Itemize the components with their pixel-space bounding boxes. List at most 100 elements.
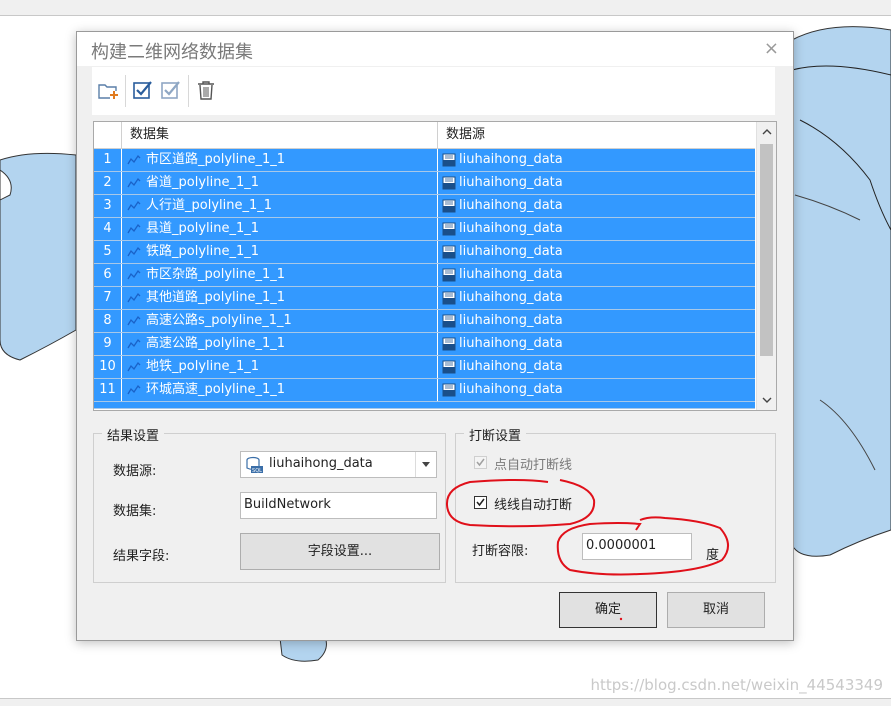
datasource-name: liuhaihong_data <box>459 359 563 374</box>
datasource-cell: liuhaihong_data <box>438 333 755 355</box>
datasource-label: 数据源: <box>113 464 157 479</box>
dataset-name: 人行道_polyline_1_1 <box>146 198 273 213</box>
delete-button[interactable] <box>193 77 219 103</box>
point-auto-break-checkbox[interactable] <box>474 456 487 469</box>
cancel-button[interactable]: 取消 <box>667 592 765 628</box>
chevron-down-icon[interactable] <box>415 452 436 477</box>
datasource-name: liuhaihong_data <box>459 221 563 236</box>
delete-icon <box>198 81 214 100</box>
add-dataset-button[interactable] <box>96 77 122 103</box>
row-index: 10 <box>94 356 122 378</box>
dataset-label: 数据集: <box>113 504 157 519</box>
table-row[interactable]: 7 其他道路_polyline_1_1 liuhaihong_data <box>94 287 755 310</box>
table-row[interactable]: 9 高速公路_polyline_1_1 liuhaihong_data <box>94 333 755 356</box>
sql-datasource-icon <box>442 360 456 374</box>
datasource-name: liuhaihong_data <box>459 175 563 190</box>
table-row[interactable]: 10 地铁_polyline_1_1 liuhaihong_data <box>94 356 755 379</box>
add-dataset-icon <box>98 84 118 99</box>
dataset-cell: 地铁_polyline_1_1 <box>122 356 438 378</box>
dataset-cell: 环城高速_polyline_1_1 <box>122 379 438 401</box>
table-row[interactable]: 2 省道_polyline_1_1 liuhaihong_data <box>94 172 755 195</box>
scroll-down-icon[interactable] <box>757 390 776 410</box>
build-network-dialog: 构建二维网络数据集 × 数据集 数据源 1 市区道路_polyline_1_1 … <box>76 31 794 641</box>
table-row-partial[interactable] <box>94 402 755 409</box>
table-row[interactable]: 1 市区道路_polyline_1_1 liuhaihong_data <box>94 149 755 172</box>
grid-scrollbar[interactable] <box>756 122 776 410</box>
point-auto-break-label: 点自动打断线 <box>494 458 573 473</box>
dataset-cell: 高速公路_polyline_1_1 <box>122 333 438 355</box>
line-dataset-icon <box>127 384 141 395</box>
tolerance-input[interactable]: 0.0000001 <box>582 533 692 560</box>
dataset-name: 高速公路_polyline_1_1 <box>146 336 286 351</box>
ok-button[interactable]: 确定 <box>559 592 657 628</box>
row-index: 8 <box>94 310 122 332</box>
sql-datasource-icon <box>442 268 456 282</box>
datasource-name: liuhaihong_data <box>459 290 563 305</box>
break-settings-legend: 打断设置 <box>464 425 527 444</box>
datasource-cell: liuhaihong_data <box>438 172 755 194</box>
table-row[interactable]: 3 人行道_polyline_1_1 liuhaihong_data <box>94 195 755 218</box>
select-all-button[interactable] <box>130 77 156 103</box>
line-dataset-icon <box>127 361 141 372</box>
table-row[interactable]: 11 环城高速_polyline_1_1 liuhaihong_data <box>94 379 755 402</box>
dataset-name: 其他道路_polyline_1_1 <box>146 290 286 305</box>
line-auto-break-label: 线线自动打断 <box>494 498 573 513</box>
header-dataset[interactable]: 数据集 <box>122 122 438 148</box>
line-dataset-icon <box>127 154 141 165</box>
datasource-cell: liuhaihong_data <box>438 356 755 378</box>
svg-text:SQL: SQL <box>252 468 262 474</box>
toolbar <box>92 67 775 115</box>
table-row[interactable]: 4 县道_polyline_1_1 liuhaihong_data <box>94 218 755 241</box>
dataset-name: 地铁_polyline_1_1 <box>146 359 260 374</box>
scroll-up-icon[interactable] <box>757 122 776 142</box>
dataset-grid: 数据集 数据源 1 市区道路_polyline_1_1 liuhaihong_dat… <box>93 121 777 411</box>
row-index: 4 <box>94 218 122 240</box>
row-index: 1 <box>94 149 122 171</box>
datasource-cell: liuhaihong_data <box>438 195 755 217</box>
field-settings-button[interactable]: 字段设置... <box>240 533 440 570</box>
sql-datasource-icon <box>442 222 456 236</box>
row-index: 3 <box>94 195 122 217</box>
dataset-name: 铁路_polyline_1_1 <box>146 244 260 259</box>
dataset-name-input[interactable]: BuildNetwork <box>240 492 437 519</box>
row-index: 6 <box>94 264 122 286</box>
datasource-name: liuhaihong_data <box>459 198 563 213</box>
header-datasource[interactable]: 数据源 <box>438 122 755 148</box>
line-dataset-icon <box>127 338 141 349</box>
datasource-name: liuhaihong_data <box>459 244 563 259</box>
grid-rows: 1 市区道路_polyline_1_1 liuhaihong_data 2 省道_pol… <box>94 149 755 409</box>
check-icon <box>476 458 485 467</box>
dataset-cell: 人行道_polyline_1_1 <box>122 195 438 217</box>
table-row[interactable]: 6 市区杂路_polyline_1_1 liuhaihong_data <box>94 264 755 287</box>
datasource-name: liuhaihong_data <box>459 313 563 328</box>
dataset-name: 市区道路_polyline_1_1 <box>146 152 286 167</box>
line-auto-break-checkbox[interactable] <box>474 496 487 509</box>
table-row[interactable]: 8 高速公路s_polyline_1_1 liuhaihong_data <box>94 310 755 333</box>
line-dataset-icon <box>127 315 141 326</box>
check-icon <box>476 498 485 507</box>
sql-datasource-icon <box>442 291 456 305</box>
title-bar[interactable]: 构建二维网络数据集 × <box>77 32 793 66</box>
table-row[interactable]: 5 铁路_polyline_1_1 liuhaihong_data <box>94 241 755 264</box>
datasource-name: liuhaihong_data <box>459 267 563 282</box>
dataset-cell: 市区杂路_polyline_1_1 <box>122 264 438 286</box>
datasource-cell: liuhaihong_data <box>438 379 755 401</box>
app-top-strip <box>0 0 891 16</box>
grid-header: 数据集 数据源 <box>94 122 755 149</box>
break-settings-group: 打断设置 点自动打断线 线线自动打断 打断容限: 0.0000001 度 <box>455 425 776 583</box>
select-invert-button[interactable] <box>158 77 184 103</box>
watermark: https://blog.csdn.net/weixin_44543349 <box>590 676 883 694</box>
header-index <box>94 122 122 148</box>
dataset-cell: 县道_polyline_1_1 <box>122 218 438 240</box>
row-index: 11 <box>94 379 122 401</box>
datasource-cell: liuhaihong_data <box>438 149 755 171</box>
close-button[interactable]: × <box>764 38 779 59</box>
scroll-thumb[interactable] <box>760 144 773 356</box>
datasource-select[interactable]: SQL liuhaihong_data <box>240 451 437 478</box>
dataset-cell: 其他道路_polyline_1_1 <box>122 287 438 309</box>
datasource-cell: liuhaihong_data <box>438 218 755 240</box>
dataset-cell: 省道_polyline_1_1 <box>122 172 438 194</box>
sql-datasource-icon <box>442 314 456 328</box>
datasource-cell: liuhaihong_data <box>438 310 755 332</box>
datasource-name: liuhaihong_data <box>459 152 563 167</box>
